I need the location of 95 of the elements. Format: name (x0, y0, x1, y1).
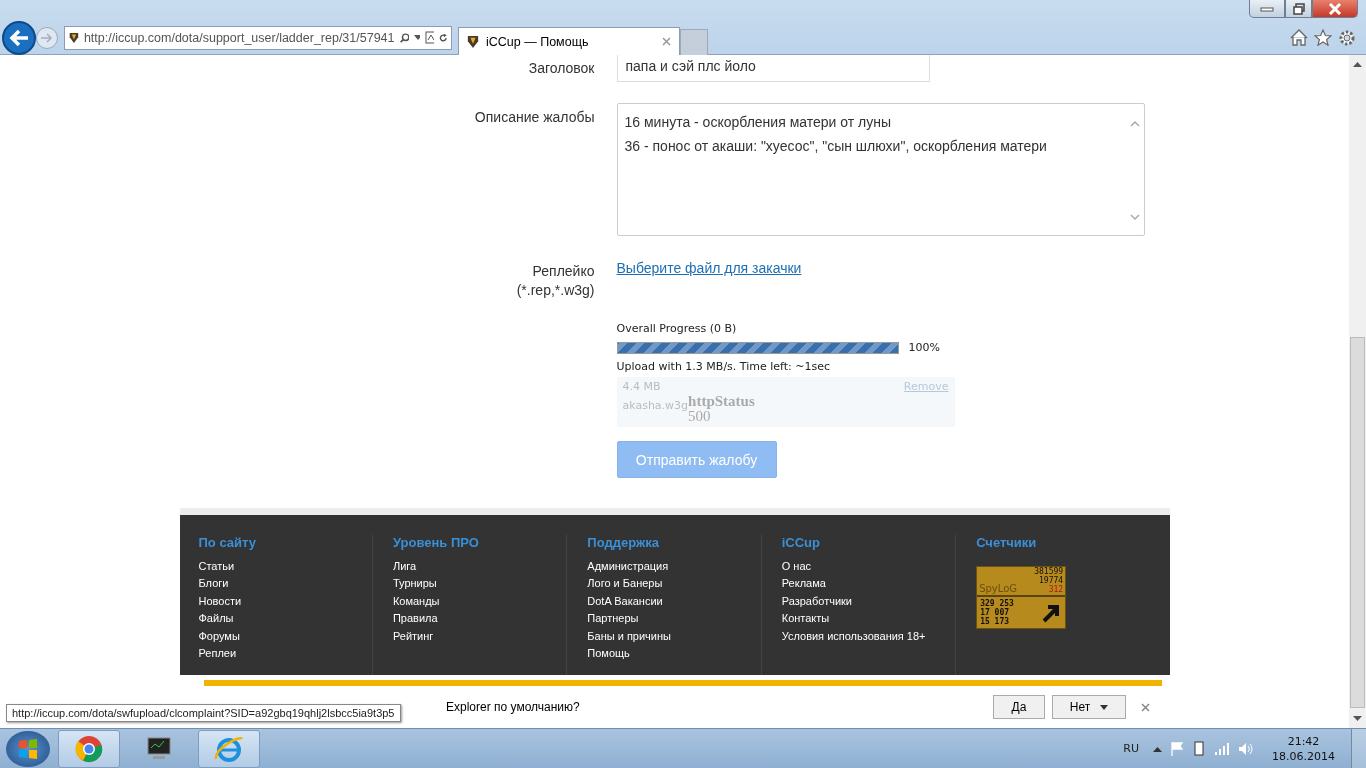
back-button[interactable] (2, 20, 36, 55)
counter-number: 15 173 (980, 617, 1011, 626)
close-button[interactable] (1312, 0, 1358, 18)
footer-link[interactable]: Турниры (392, 575, 567, 593)
title-field[interactable]: папа и сэй плс йоло (616, 55, 930, 82)
status-code: 500 (688, 409, 711, 424)
footer-heading: Счетчики (976, 535, 1038, 550)
footer-link[interactable]: Реплеи (198, 645, 372, 663)
progress-percent: 100% (908, 341, 940, 354)
no-button[interactable]: Нет (1052, 695, 1126, 719)
dropdown-icon (414, 35, 421, 40)
footer-heading: По сайту (198, 535, 257, 550)
forward-arrow-icon (40, 31, 54, 44)
counter-number: 329 253 (980, 599, 1014, 608)
footer-link[interactable]: Администрация (587, 558, 761, 576)
progress-caption: Overall Progress (0 B) (616, 322, 738, 335)
chrome-taskbar-icon[interactable] (58, 729, 120, 768)
upload-speed: Upload with 1.3 MB/s. Time left: ~1sec (616, 360, 832, 373)
clock-time: 21:42 (1287, 733, 1320, 749)
footer-link[interactable]: Помощь (587, 645, 761, 663)
counter-number: 381599 (1034, 567, 1064, 576)
description-line: 16 минута - оскорбления матери от луны (624, 113, 892, 132)
footer-heading: Уровень ПРО (392, 535, 480, 550)
description-line: 36 - понос от акаши: "хуесос", "сын шлюхи", оскорбления матери (624, 137, 1048, 156)
footer-link[interactable]: Рейтинг (392, 627, 567, 646)
field-label: Заголовок (527, 59, 595, 78)
footer-link[interactable]: О нас (781, 558, 956, 576)
footer-link[interactable]: Лига (392, 558, 567, 576)
counter-number: 17 007 (980, 608, 1011, 617)
footer-link[interactable]: Форумы (198, 627, 372, 646)
close-icon[interactable] (662, 37, 671, 46)
start-button[interactable] (6, 730, 50, 767)
browser-tab[interactable]: iCCup — Помощь (458, 27, 680, 55)
tab-title: iCCup — Помощь (486, 34, 590, 49)
field-label: Описание жалобы (473, 108, 595, 127)
speaker-icon[interactable] (1238, 741, 1254, 756)
restore-icon (1291, 2, 1306, 15)
footer-link[interactable]: Разработчики (781, 592, 956, 611)
search-icon (399, 30, 410, 45)
signal-icon[interactable] (1214, 742, 1230, 755)
star-icon[interactable] (1314, 29, 1332, 46)
footer-link[interactable]: DotA Вакансии (587, 592, 761, 611)
new-tab-button[interactable] (680, 28, 708, 56)
flag-icon[interactable] (1170, 741, 1184, 756)
footer-link[interactable]: Правила (392, 610, 567, 628)
footer-link[interactable]: Условия использования 18+ (781, 627, 956, 646)
compatibility-icon (425, 31, 434, 44)
url-text: http://iccup.com/dota/support_user/ladder_rep/31/57941 (83, 30, 395, 45)
close-icon[interactable] (1141, 702, 1150, 712)
file-size: 4.4 MB (622, 380, 661, 393)
status-tooltip: http://iccup.com/dota/swfupload/clcomplaint?SID=a92gbq19qhlj2lsbcc5ia9t3p5 (6, 704, 401, 722)
scroll-down-icon[interactable] (1353, 716, 1362, 722)
chevron-up-icon[interactable] (1153, 745, 1162, 752)
footer-link[interactable]: Файлы (198, 610, 372, 628)
footer-link[interactable]: Команды (392, 592, 567, 611)
show-desktop-button[interactable] (1351, 729, 1366, 768)
footer-link[interactable]: Партнеры (587, 610, 761, 628)
address-bar[interactable]: http://iccup.com/dota/support_user/ladder_rep/31/57941 (64, 25, 452, 50)
caret-icon (1100, 704, 1109, 710)
minimize-button[interactable] (1249, 0, 1285, 18)
footer-link[interactable]: Контакты (781, 610, 956, 628)
footer-heading: iCCup (781, 535, 821, 550)
notification-text: Explorer по умолчанию? (446, 700, 581, 714)
minimize-icon (1260, 4, 1274, 13)
maximize-button[interactable] (1285, 0, 1312, 18)
footer-heading: Поддержка (587, 535, 660, 550)
footer-link[interactable]: Блоги (198, 575, 372, 593)
counter-number: 19774 (1039, 576, 1064, 585)
footer-link[interactable]: Реклама (781, 575, 956, 593)
footer-link[interactable]: Баны и причины (587, 627, 761, 646)
yes-button[interactable]: Да (993, 695, 1045, 719)
footer-link[interactable]: Статьи (198, 558, 372, 576)
status-title: httpStatus (688, 393, 755, 409)
footer-link[interactable]: Лого и Банеры (587, 575, 761, 593)
forward-button[interactable] (36, 26, 58, 49)
counter-number: 312 (1048, 585, 1064, 594)
field-label: Реплейко (*.rep,*.w3g) (515, 262, 595, 300)
shield-icon (467, 34, 479, 49)
back-arrow-icon (8, 28, 30, 47)
home-icon[interactable] (1290, 29, 1308, 46)
scrollbar[interactable] (1349, 55, 1366, 728)
language-indicator[interactable]: RU (1123, 742, 1139, 755)
settings-icon[interactable] (1338, 28, 1356, 47)
windows-logo-icon (17, 737, 39, 760)
clock-date: 18.06.2014 (1272, 748, 1335, 764)
ie-taskbar-icon[interactable] (198, 729, 260, 768)
file-upload-link[interactable]: Выберите файл для закачки (616, 260, 802, 276)
counter-badge[interactable]: SpyLoG 381599 19774 312 329 253 17 007 15 173 (976, 566, 1067, 629)
file-name: akasha.w3g (622, 399, 689, 412)
footer-link[interactable]: Новости (198, 592, 372, 611)
device-icon[interactable] (1192, 741, 1206, 756)
close-icon (1328, 2, 1342, 15)
counter-logo: SpyLoG (979, 583, 1017, 594)
scroll-up-icon[interactable] (1353, 61, 1362, 67)
refresh-icon (438, 31, 447, 44)
